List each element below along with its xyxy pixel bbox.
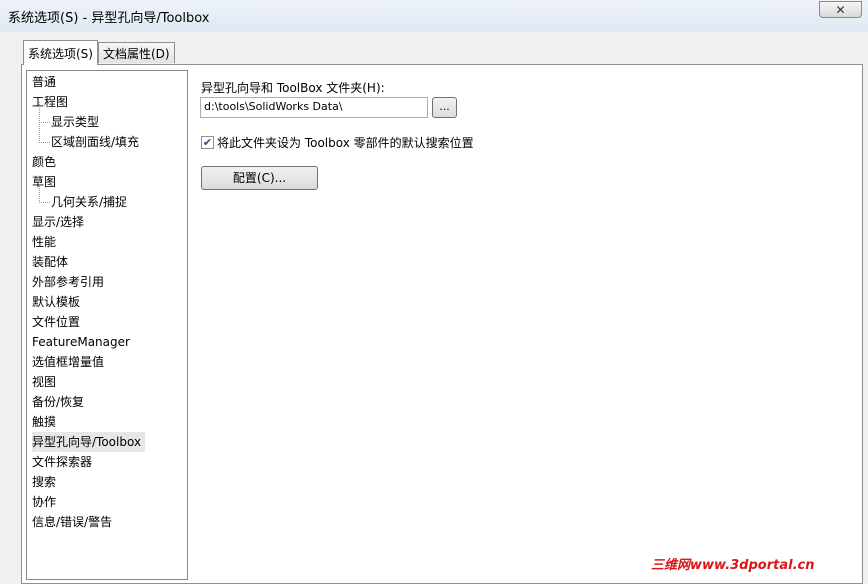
tree-item-messages-errors-warnings[interactable]: 信息/错误/警告 bbox=[32, 512, 112, 532]
tree-item-search[interactable]: 搜索 bbox=[32, 472, 56, 492]
tab-system-options[interactable]: 系统选项(S) bbox=[23, 40, 98, 65]
tree-item-relations-snaps[interactable]: 几何关系/捕捉 bbox=[38, 182, 127, 212]
tree-item-default-templates[interactable]: 默认模板 bbox=[32, 292, 80, 312]
browse-button[interactable]: ... bbox=[432, 97, 457, 118]
watermark: 三维网www.3dportal.cn bbox=[651, 558, 815, 573]
tree-item-file-explorer[interactable]: 文件探索器 bbox=[32, 452, 92, 472]
tree-item-colors[interactable]: 颜色 bbox=[32, 152, 56, 172]
tree-item-assemblies[interactable]: 装配体 bbox=[32, 252, 68, 272]
title-bar: 系统选项(S) - 异型孔向导/Toolbox ✕ bbox=[0, 0, 868, 32]
tree-item-performance[interactable]: 性能 bbox=[32, 232, 56, 252]
tree-item-view[interactable]: 视图 bbox=[32, 372, 56, 392]
close-icon: ✕ bbox=[835, 2, 846, 17]
tree-item-featuremanager[interactable]: FeatureManager bbox=[32, 332, 130, 352]
folder-label: 异型孔向导和 ToolBox 文件夹(H): bbox=[201, 81, 385, 95]
options-tree[interactable]: 普通 工程图 显示类型 区域剖面线/填充 颜色 草图 几何关系/捕捉 显示/选择… bbox=[26, 70, 188, 580]
tree-item-external-references[interactable]: 外部参考引用 bbox=[32, 272, 104, 292]
tree-item-area-hatch[interactable]: 区域剖面线/填充 bbox=[38, 122, 139, 152]
default-search-checkbox[interactable]: ✔ bbox=[201, 136, 214, 149]
tree-item-display-type[interactable]: 显示类型 bbox=[38, 102, 99, 132]
tree-item-spin-box-increments[interactable]: 选值框增量值 bbox=[32, 352, 104, 372]
tree-item-collaboration[interactable]: 协作 bbox=[32, 492, 56, 512]
close-button[interactable]: ✕ bbox=[819, 1, 862, 18]
tree-item-touch[interactable]: 触摸 bbox=[32, 412, 56, 432]
tree-item-drawings[interactable]: 工程图 bbox=[32, 92, 68, 112]
window-title: 系统选项(S) - 异型孔向导/Toolbox bbox=[8, 11, 210, 26]
tree-item-hole-wizard-toolbox[interactable]: 异型孔向导/Toolbox bbox=[32, 432, 146, 452]
tree-item-backup-recover[interactable]: 备份/恢复 bbox=[32, 392, 84, 412]
configure-button[interactable]: 配置(C)... bbox=[201, 166, 318, 190]
tab-document-properties[interactable]: 文档属性(D) bbox=[98, 42, 175, 63]
tree-item-display-selection[interactable]: 显示/选择 bbox=[32, 212, 84, 232]
tree-item-general[interactable]: 普通 bbox=[32, 72, 56, 92]
tree-item-file-locations[interactable]: 文件位置 bbox=[32, 312, 80, 332]
checkmark-icon: ✔ bbox=[202, 136, 213, 149]
folder-path-input[interactable]: d:\tools\SolidWorks Data\ bbox=[200, 97, 428, 118]
default-search-label[interactable]: 将此文件夹设为 Toolbox 零部件的默认搜索位置 bbox=[217, 134, 474, 151]
